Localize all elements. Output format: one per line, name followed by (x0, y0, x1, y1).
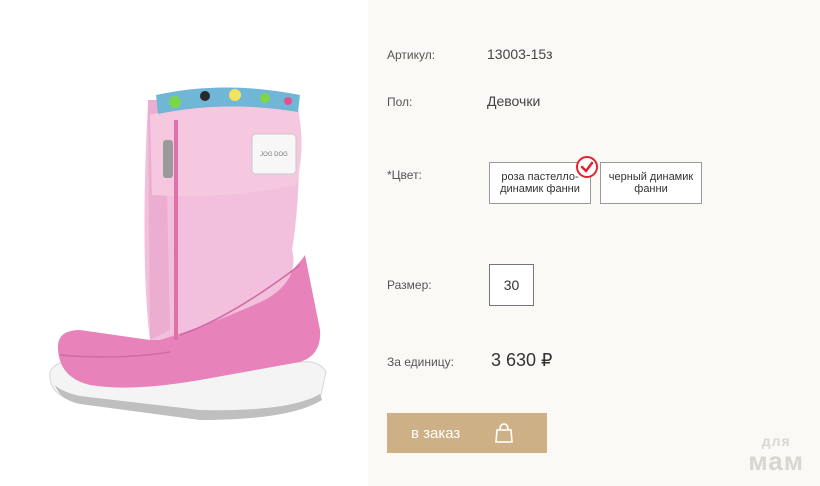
size-value: 30 (503, 277, 520, 293)
watermark-logo: для мам (748, 434, 804, 474)
brand-tag-text: JOG DOG (260, 152, 288, 158)
gender-value: Девочки (487, 93, 541, 109)
color-option-label: черный динамик фанни (608, 171, 694, 195)
price-value: 3 630 ₽ (491, 350, 553, 370)
color-option-label: роза пастелло-динамик фанни (500, 171, 580, 195)
color-label: *Цвет: (387, 168, 422, 182)
size-label: Размер: (387, 278, 432, 292)
article-label: Артикул: (387, 48, 436, 62)
price-label: За единицу: (387, 355, 454, 369)
selected-check-icon (576, 156, 598, 178)
gender-label: Пол: (387, 95, 413, 109)
size-option-30[interactable]: 30 (489, 264, 534, 306)
watermark-line2: мам (748, 446, 804, 476)
shopping-bag-icon (493, 422, 515, 448)
product-image[interactable]: JOG DOG (0, 0, 368, 486)
color-option-black-dynamic[interactable]: черный динамик фанни (600, 162, 702, 204)
add-to-order-button[interactable]: в заказ (387, 413, 547, 453)
product-image-area: JOG DOG (0, 0, 368, 486)
order-button-label: в заказ (411, 424, 461, 442)
article-value: 13003-15з (487, 46, 553, 62)
